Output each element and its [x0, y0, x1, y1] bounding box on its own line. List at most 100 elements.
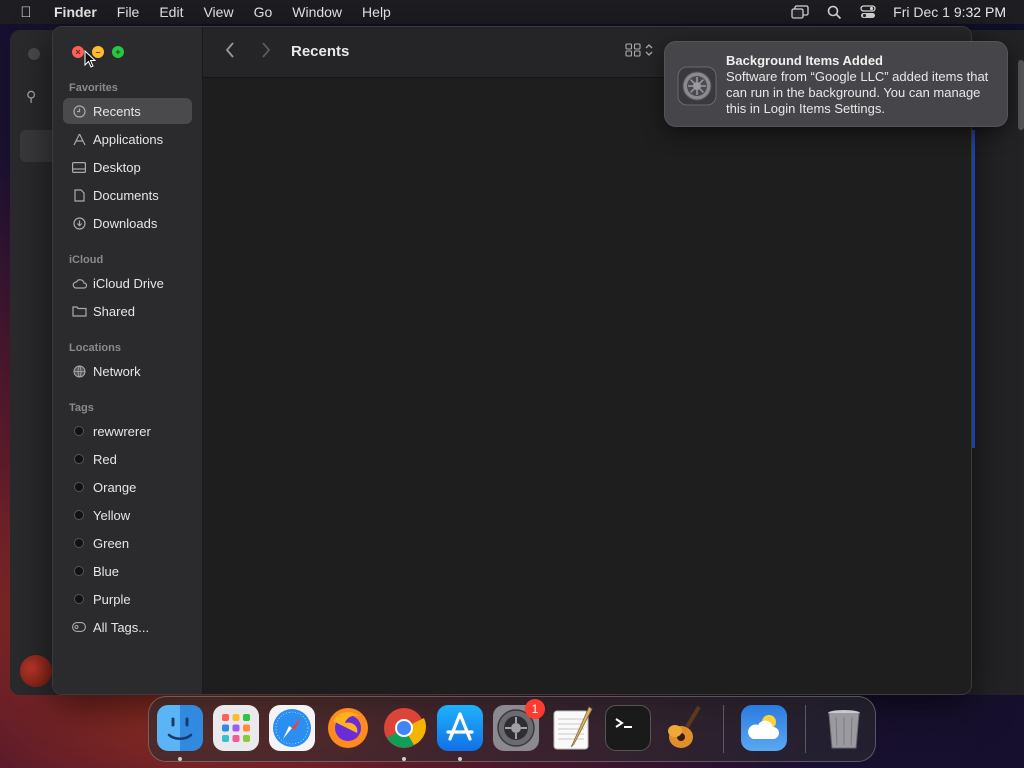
sidebar-item-shared[interactable]: Shared [63, 298, 192, 324]
sidebar-tag-purple[interactable]: Purple [63, 586, 192, 612]
downloads-icon [71, 216, 87, 230]
sidebar-tag-red[interactable]: Red [63, 446, 192, 472]
grid-view-icon [625, 43, 641, 62]
menu-help[interactable]: Help [352, 4, 401, 20]
sidebar-tag-orange[interactable]: Orange [63, 474, 192, 500]
app-store-icon[interactable] [437, 705, 483, 751]
zoom-button[interactable]: + [112, 46, 124, 58]
sidebar-item-downloads[interactable]: Downloads [63, 210, 192, 236]
shared-folder-icon [71, 305, 87, 317]
window-control [28, 48, 40, 60]
system-settings-icon[interactable]: 1 [493, 699, 545, 751]
sidebar-item-documents[interactable]: Documents [63, 182, 192, 208]
sidebar-item-network[interactable]: Network [63, 358, 192, 384]
sidebar-item-recents[interactable]: Recents [63, 98, 192, 124]
screen-mirroring-icon[interactable] [783, 5, 817, 19]
tag-dot-icon [74, 510, 84, 520]
sidebar-item-label: Applications [93, 131, 164, 147]
sidebar-tag-green[interactable]: Green [63, 530, 192, 556]
sidebar-tag-yellow[interactable]: Yellow [63, 502, 192, 528]
notification-banner[interactable]: Background Items Added Software from “Go… [664, 41, 1008, 127]
finder-sidebar: × – + Favorites Recents Applications Des… [53, 27, 203, 694]
tag-dot-icon [74, 454, 84, 464]
garageband-icon[interactable] [661, 705, 707, 751]
sidebar-item-desktop[interactable]: Desktop [63, 154, 192, 180]
close-button[interactable]: × [72, 46, 84, 58]
sidebar-section-icloud: iCloud [69, 254, 104, 266]
clock-icon [71, 104, 87, 118]
menu-window[interactable]: Window [282, 4, 352, 20]
control-center-icon[interactable] [851, 5, 885, 19]
document-icon [71, 188, 87, 202]
running-indicator [402, 757, 406, 761]
forward-button[interactable] [261, 42, 271, 63]
sidebar-item-label: Documents [93, 187, 159, 203]
sidebar-item-label: rewwrerer [93, 423, 151, 439]
running-indicator [178, 757, 182, 761]
sidebar-item-label: Purple [93, 591, 131, 607]
chrome-icon[interactable] [381, 705, 427, 751]
menu-bar-clock[interactable]: Fri Dec 1 9:32 PM [885, 4, 1024, 20]
trash-icon[interactable] [821, 705, 867, 751]
system-settings-icon [677, 66, 717, 106]
network-icon [71, 365, 87, 378]
weather-icon[interactable] [741, 705, 787, 751]
scrollbar[interactable] [1018, 60, 1024, 130]
selection-indicator [972, 130, 975, 448]
sidebar-item-label: Shared [93, 303, 135, 319]
firefox-icon[interactable] [325, 705, 371, 751]
notification-badge: 1 [525, 699, 545, 719]
tag-dot-icon [74, 426, 84, 436]
finder-content: Recents [203, 27, 971, 694]
page-title: Recents [291, 43, 350, 60]
sidebar-item-label: Orange [93, 479, 137, 495]
sidebar-item-label: iCloud Drive [93, 275, 164, 291]
cloud-icon [71, 278, 87, 289]
menu-app-name[interactable]: Finder [52, 4, 107, 20]
applications-icon [71, 133, 87, 146]
menu-edit[interactable]: Edit [149, 4, 193, 20]
sidebar-tag-rewwrerer[interactable]: rewwrerer [63, 418, 192, 444]
back-button[interactable] [225, 42, 235, 63]
sidebar-item-label: Green [93, 535, 130, 551]
sidebar-item-all-tags[interactable]: All Tags... [63, 614, 192, 640]
sidebar-item-label: Yellow [93, 507, 131, 523]
tag-dot-icon [74, 538, 84, 548]
sidebar-item-label: Downloads [93, 215, 158, 231]
dock: 1 [148, 696, 876, 762]
menu-go[interactable]: Go [244, 4, 283, 20]
menu-view[interactable]: View [193, 4, 243, 20]
dock-separator [723, 705, 724, 753]
view-switcher[interactable] [625, 43, 653, 62]
window-controls: × – + [72, 46, 124, 58]
tag-dot-icon [74, 594, 84, 604]
sidebar-item-label: Network [93, 363, 141, 379]
tag-dot-icon [74, 482, 84, 492]
sidebar-item-label: Red [93, 451, 117, 467]
notification-body: Software from “Google LLC” added items t… [726, 69, 989, 116]
notification-title: Background Items Added [726, 53, 883, 68]
terminal-icon[interactable] [605, 705, 651, 751]
sidebar-section-favorites: Favorites [69, 82, 118, 94]
mouse-pointer-icon [84, 49, 97, 73]
launchpad-icon[interactable] [213, 705, 259, 751]
tags-icon [71, 622, 87, 632]
sidebar-tag-blue[interactable]: Blue [63, 558, 192, 584]
menu-file[interactable]: File [107, 4, 150, 20]
spotlight-search-icon[interactable] [817, 5, 851, 20]
apple-menu-icon[interactable]:  [0, 4, 52, 21]
chevron-updown-icon [645, 43, 653, 62]
sidebar-item-label: Blue [93, 563, 120, 579]
safari-icon[interactable] [269, 705, 315, 751]
desktop-icon [71, 161, 87, 173]
sidebar-section-tags: Tags [69, 402, 94, 414]
sidebar-item-applications[interactable]: Applications [63, 126, 192, 152]
tag-dot-icon [74, 566, 84, 576]
menu-bar:  Finder File Edit View Go Window Help F… [0, 0, 1024, 24]
finder-icon[interactable] [157, 705, 203, 751]
sidebar-item-label: Recents [93, 103, 141, 119]
avatar [20, 655, 52, 687]
sidebar-item-icloud-drive[interactable]: iCloud Drive [63, 270, 192, 296]
textedit-icon[interactable] [549, 705, 595, 751]
sidebar-item-label: Desktop [93, 159, 141, 175]
